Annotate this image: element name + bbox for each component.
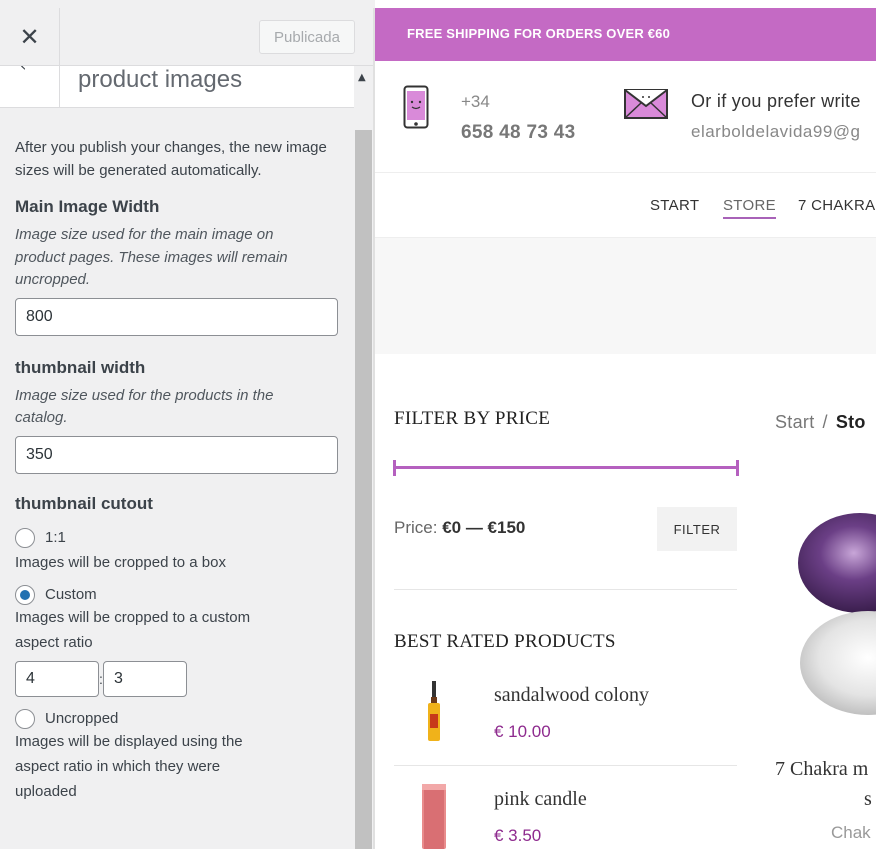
thumbnail-width-input[interactable]: [15, 435, 338, 474]
scrollbar[interactable]: [355, 130, 372, 849]
thumbnail-width-title: thumbnail width: [15, 357, 146, 377]
nav-item-7-chakra[interactable]: 7 CHAKRA: [798, 197, 875, 214]
main-image-width-title: Main Image Width: [15, 197, 160, 216]
price-range-value: €0 — €150: [442, 518, 526, 537]
ratio-height-input[interactable]: [103, 660, 187, 697]
back-arrow-icon: ‹: [20, 66, 26, 75]
nav-item-start[interactable]: START: [650, 197, 699, 214]
product-divider: [394, 765, 737, 766]
radio-square[interactable]: [15, 527, 35, 548]
radio-desc-custom: Images will be cropped to a custom aspec…: [15, 608, 251, 651]
filter-button[interactable]: FILTER: [657, 507, 737, 551]
product-price-colony: € 10.00: [494, 722, 551, 741]
site-preview: FREE SHIPPING FOR ORDERS OVER €60 +34 65…: [375, 8, 876, 849]
phone-country-code: +34: [461, 92, 490, 111]
radio-label-square: 1:1: [45, 529, 66, 546]
product-price-candle: € 3.50: [494, 826, 542, 845]
product-name-colony[interactable]: sandalwood colony: [494, 684, 649, 707]
thumbnail-width-note: Image size used for the products in the …: [15, 386, 274, 427]
main-image-width-note: Image size used for the main image on pr…: [15, 226, 288, 288]
cutout-option-square[interactable]: 1:1: [15, 527, 340, 548]
contact-label: Or if you prefer write: [691, 91, 861, 111]
price-label: Price:: [394, 518, 438, 537]
thumbnail-cutout-title: thumbnail cutout: [15, 493, 153, 513]
cutout-option-uncropped[interactable]: Uncropped: [15, 708, 340, 729]
close-button[interactable]: ✕: [0, 8, 60, 66]
product-image-chakra-stones[interactable]: [790, 473, 876, 743]
radio-label-custom: Custom: [45, 586, 97, 603]
breadcrumb-separator: /: [822, 412, 828, 432]
widget-divider: [394, 589, 737, 590]
promo-text: FREE SHIPPING FOR ORDERS OVER €60: [407, 26, 671, 41]
radio-desc-uncropped: Images will be displayed using the aspec…: [15, 732, 243, 800]
radio-label-uncropped: Uncropped: [45, 710, 119, 727]
best-rated-title: BEST RATED PRODUCTS: [394, 631, 616, 652]
product-title-line1[interactable]: 7 Chakra m: [775, 758, 868, 781]
radio-desc-square: Images will be cropped to a box: [15, 553, 226, 571]
customizer-sidebar: ✕ Publicada ‹ product images ▲ After you…: [0, 0, 375, 849]
product-category[interactable]: Chak: [831, 823, 871, 843]
breadcrumb-start[interactable]: Start: [775, 412, 815, 432]
contact-bar: +34 658 48 73 43 Or if you prefer write …: [375, 61, 876, 173]
aspect-ratio-inputs: :: [15, 660, 340, 697]
close-icon: ✕: [19, 23, 40, 51]
phone-icon: [403, 85, 429, 129]
intro-text: After you publish your changes, the new …: [15, 139, 327, 179]
radio-uncropped[interactable]: [15, 708, 35, 729]
page-header-band: [375, 238, 876, 354]
main-image-width-input[interactable]: [15, 297, 338, 336]
section-title: product images: [78, 66, 243, 93]
main-nav: START STORE 7 CHAKRA: [375, 173, 876, 238]
price-slider-min-handle[interactable]: [393, 460, 396, 476]
product-title-line2[interactable]: s: [864, 788, 872, 811]
promo-bar: FREE SHIPPING FOR ORDERS OVER €60: [375, 8, 876, 61]
back-button[interactable]: ‹: [0, 66, 60, 107]
product-thumb-candle[interactable]: [422, 784, 446, 849]
image-settings-controls: After you publish your changes, the new …: [15, 108, 340, 804]
customizer-header: ✕ Publicada: [0, 8, 375, 66]
phone-number[interactable]: 658 48 73 43: [461, 122, 576, 144]
breadcrumb-current: Sto: [835, 412, 866, 432]
scroll-up-arrow-icon[interactable]: ▲: [358, 72, 366, 83]
ratio-width-input[interactable]: [15, 660, 99, 697]
section-header: ‹ product images: [0, 66, 354, 108]
publish-button[interactable]: Publicada: [259, 20, 355, 54]
envelope-icon: [624, 89, 668, 119]
product-thumb-colony[interactable]: [425, 681, 443, 743]
price-slider-max-handle[interactable]: [736, 460, 739, 476]
nav-item-store[interactable]: STORE: [723, 197, 776, 219]
price-slider-track[interactable]: [394, 466, 738, 469]
contact-email[interactable]: elarboldelavida99@g: [691, 122, 860, 142]
filter-by-price-title: FILTER BY PRICE: [394, 408, 551, 429]
product-name-candle[interactable]: pink candle: [494, 788, 587, 811]
cutout-option-custom[interactable]: Custom: [15, 584, 340, 605]
radio-custom[interactable]: [15, 584, 35, 605]
price-range-label: Price: €0 — €150: [394, 518, 525, 538]
breadcrumb: Start / Sto: [775, 412, 866, 433]
